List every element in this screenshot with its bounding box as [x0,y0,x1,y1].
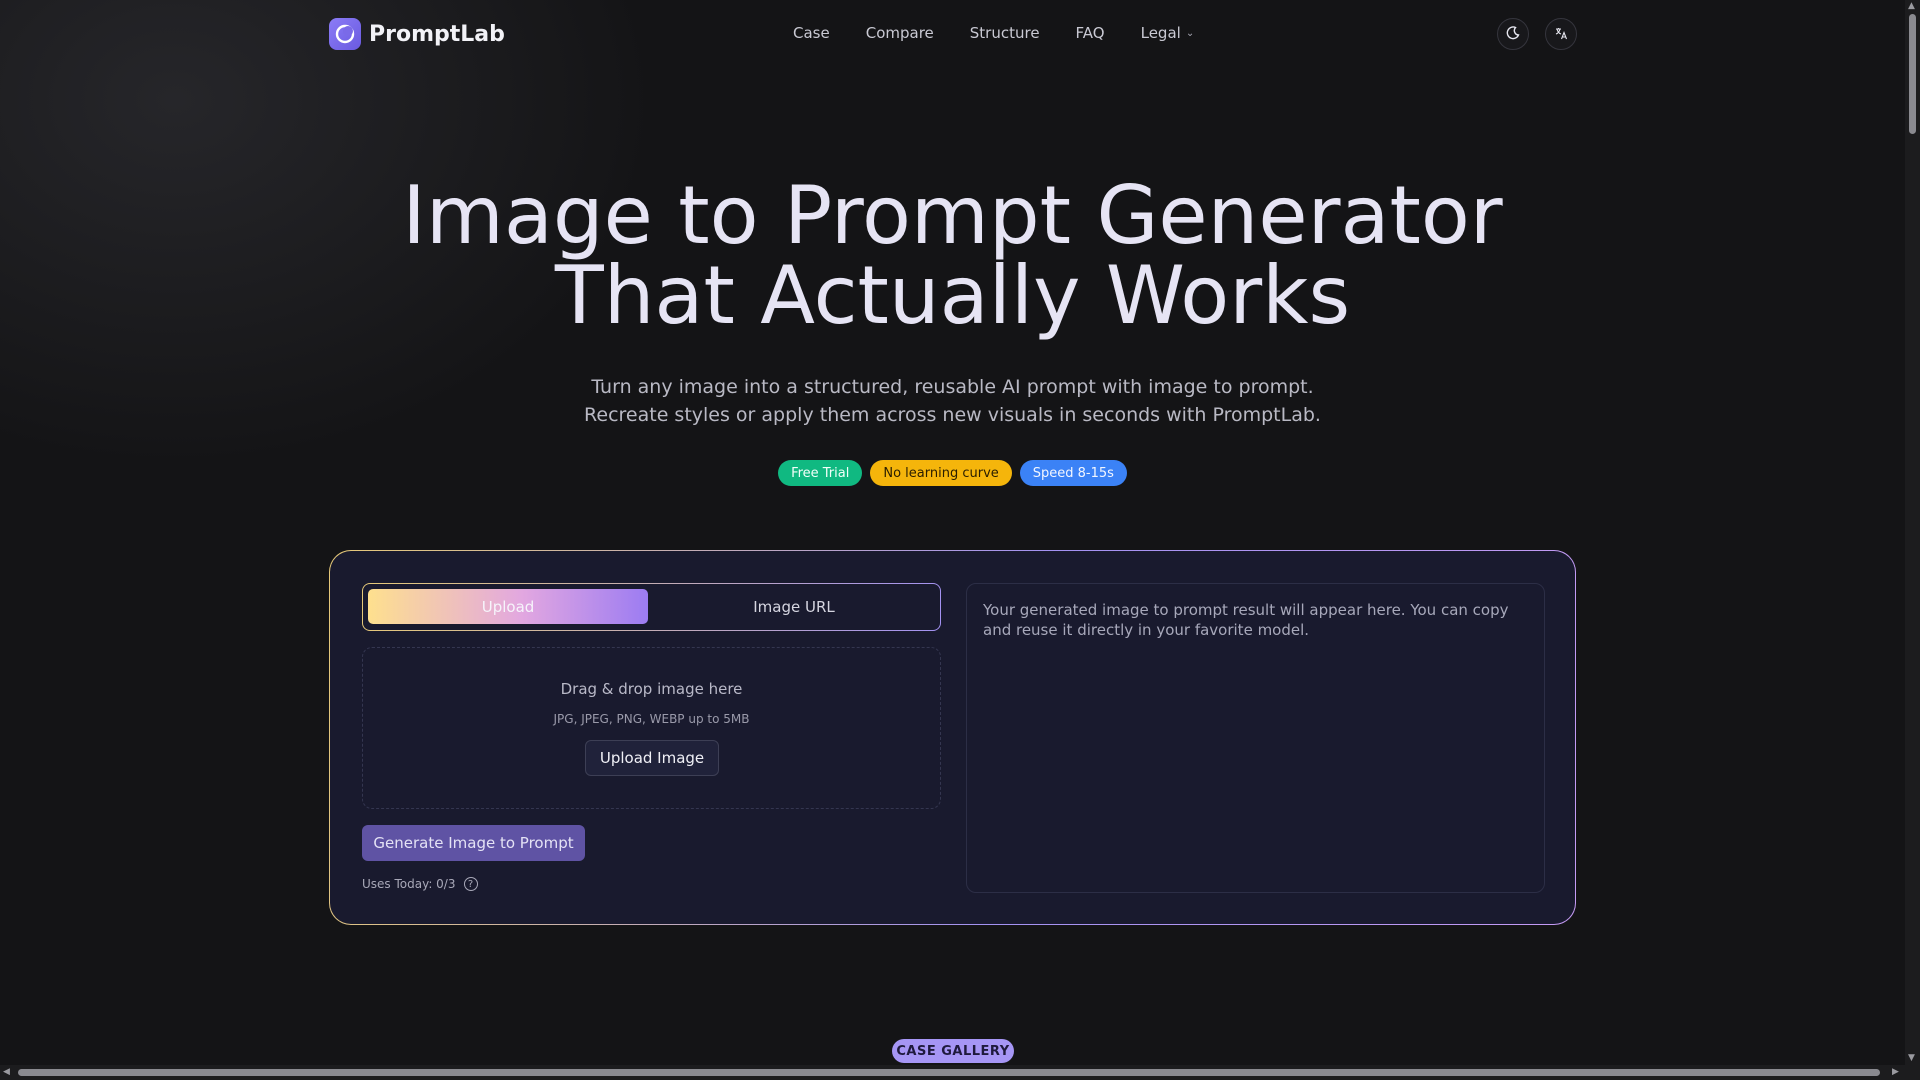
theme-toggle-button[interactable] [1497,18,1529,50]
hero-subtitle-line2: Recreate styles or apply them across new… [584,404,1321,426]
vertical-scroll-thumb[interactable] [1909,14,1916,134]
result-output[interactable]: Your generated image to prompt result wi… [966,583,1545,893]
uses-today: Uses Today: 0/3 ? [362,877,478,891]
vertical-scrollbar[interactable]: ▲ ▼ [1905,0,1920,1065]
upload-image-button[interactable]: Upload Image [585,740,719,776]
generator-card-body: Upload Image URL Drag & drop image here … [330,551,1575,924]
nav-compare[interactable]: Compare [866,24,934,42]
scroll-up-arrow-icon[interactable]: ▲ [1908,1,1915,11]
badge-free-trial: Free Trial [778,460,863,486]
tab-upload[interactable]: Upload [368,589,648,624]
feature-badges: Free Trial No learning curve Speed 8-15s [0,460,1905,486]
brand-logo[interactable]: PromptLab [329,18,505,50]
scroll-right-arrow-icon[interactable]: ▶ [1892,1067,1899,1077]
case-gallery-label: CASE GALLERY [892,1039,1014,1063]
hero-title-line2: That Actually Works [554,249,1351,342]
scroll-left-arrow-icon[interactable]: ◀ [3,1067,10,1077]
dropzone-hint: JPG, JPEG, PNG, WEBP up to 5MB [553,712,750,726]
dropzone-title: Drag & drop image here [560,680,743,698]
horizontal-scrollbar[interactable]: ◀ ▶ [0,1065,1920,1080]
uses-today-label: Uses Today: 0/3 [362,877,456,891]
badge-no-learning-curve: No learning curve [870,460,1012,486]
nav-case[interactable]: Case [793,24,830,42]
nav-legal-label: Legal [1140,24,1181,42]
result-placeholder: Your generated image to prompt result wi… [983,601,1509,639]
hero-title: Image to Prompt Generator That Actually … [0,176,1905,336]
translate-icon [1554,25,1568,44]
generate-prompt-button[interactable]: Generate Image to Prompt [362,825,585,861]
nav-structure[interactable]: Structure [970,24,1040,42]
main-nav: Case Compare Structure FAQ Legal ⌄ [793,24,1194,42]
input-mode-tabs-body: Upload Image URL [363,584,940,630]
brand-name: PromptLab [369,21,505,47]
generator-card: Upload Image URL Drag & drop image here … [329,550,1576,925]
horizontal-scroll-thumb[interactable] [18,1069,1880,1076]
logo-icon [329,18,361,50]
header: PromptLab Case Compare Structure FAQ Leg… [0,0,1905,68]
help-circle-icon[interactable]: ? [463,877,478,891]
nav-faq[interactable]: FAQ [1076,24,1105,42]
hero-subtitle: Turn any image into a structured, reusab… [0,373,1905,429]
input-mode-tabs: Upload Image URL [362,583,941,631]
image-dropzone[interactable]: Drag & drop image here JPG, JPEG, PNG, W… [362,647,941,809]
badge-speed: Speed 8-15s [1019,460,1127,486]
moon-icon [1506,25,1520,44]
tab-image-url[interactable]: Image URL [654,589,934,624]
language-button[interactable] [1545,18,1577,50]
nav-legal[interactable]: Legal ⌄ [1141,24,1195,42]
scroll-down-arrow-icon[interactable]: ▼ [1908,1053,1915,1063]
chevron-down-icon: ⌄ [1185,27,1195,39]
hero-subtitle-line1: Turn any image into a structured, reusab… [591,376,1314,398]
